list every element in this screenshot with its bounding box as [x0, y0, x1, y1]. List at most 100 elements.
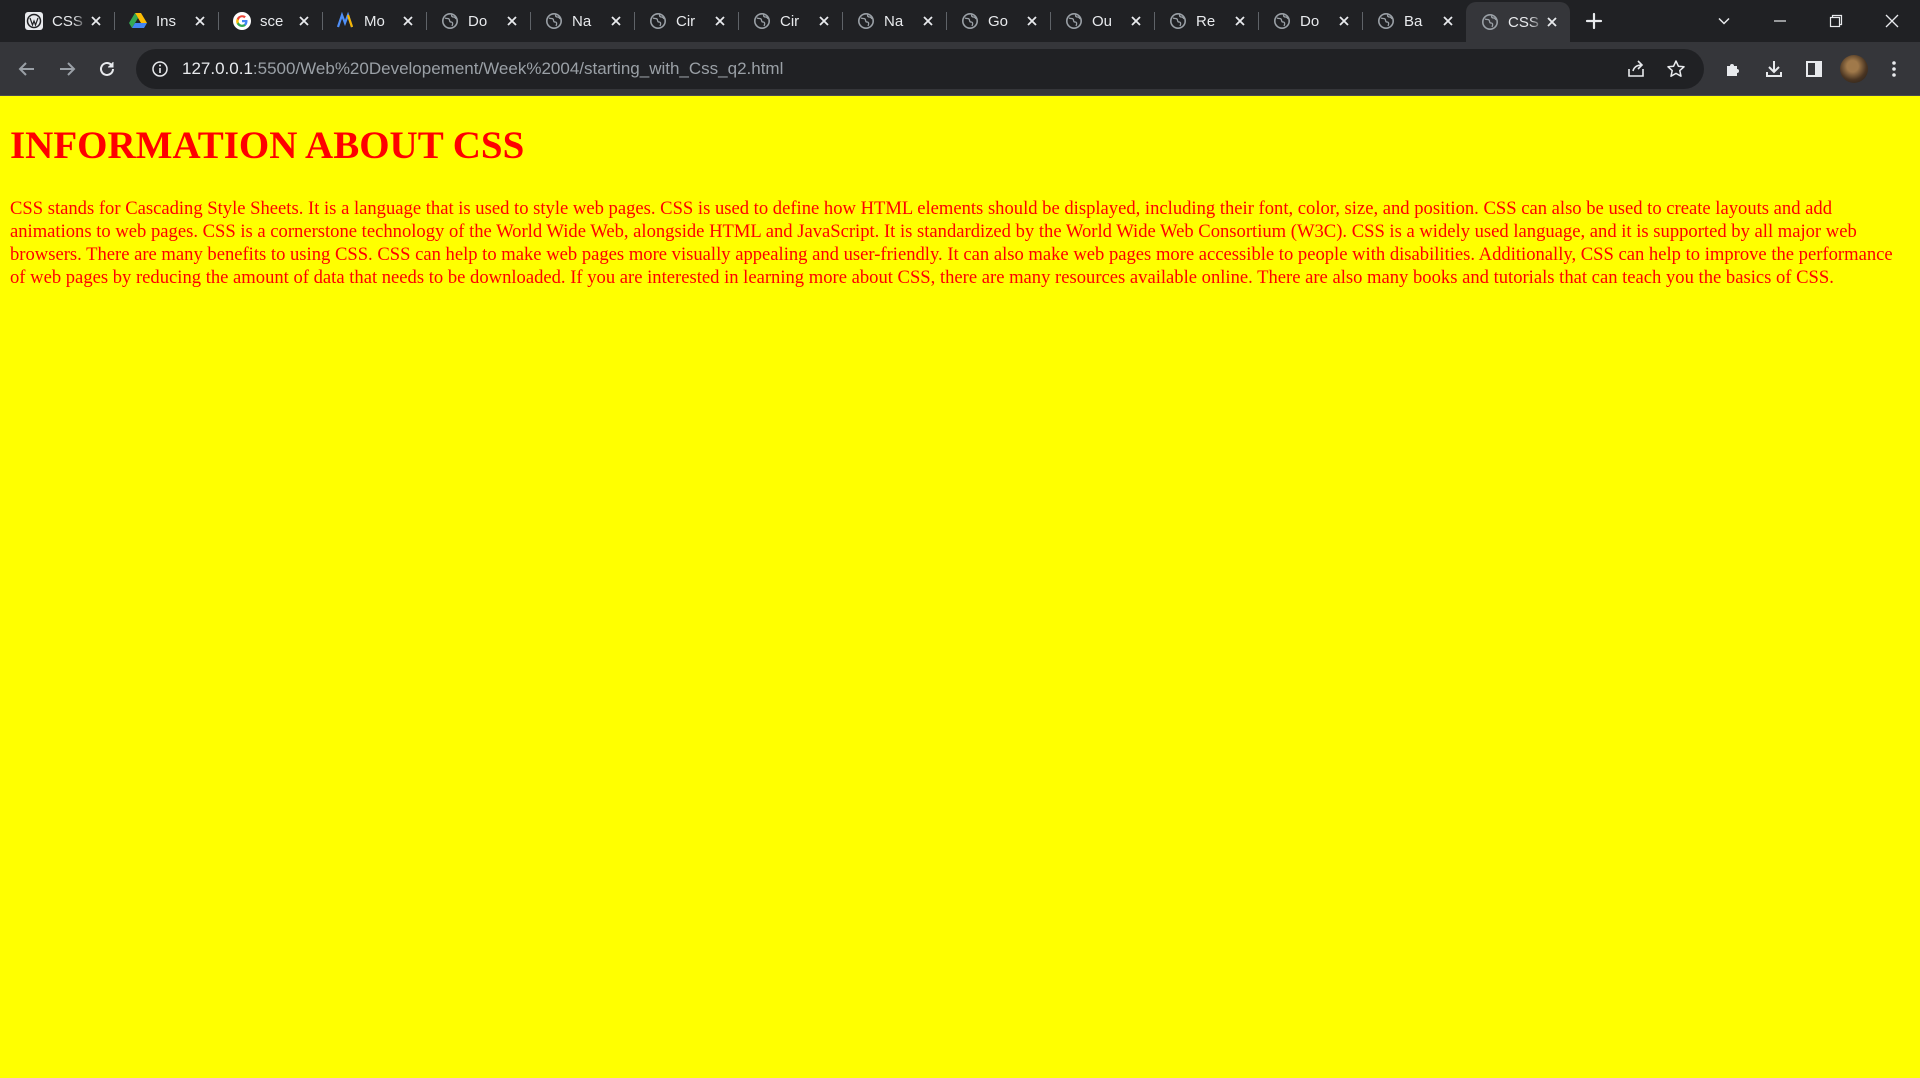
close-icon[interactable]	[1336, 13, 1352, 29]
tab-12[interactable]: Do	[1258, 0, 1362, 42]
globe-icon	[960, 11, 980, 31]
close-icon	[1885, 14, 1899, 28]
downloads-button[interactable]	[1754, 53, 1794, 85]
close-icon[interactable]	[400, 13, 416, 29]
side-panel-icon	[1806, 61, 1822, 77]
tab-14[interactable]: CSS	[1466, 2, 1570, 42]
share-icon	[1628, 60, 1644, 77]
tab-title: Ba	[1404, 12, 1423, 30]
tab-4[interactable]: Do	[426, 0, 530, 42]
page-content: INFORMATION ABOUT CSS CSS stands for Cas…	[0, 96, 1920, 1078]
site-info-icon[interactable]	[150, 59, 170, 79]
tab-8[interactable]: Na	[842, 0, 946, 42]
close-window-button[interactable]	[1864, 0, 1920, 42]
share-button[interactable]	[1616, 49, 1656, 89]
puzzle-icon	[1727, 64, 1739, 76]
google-drive-icon	[128, 11, 148, 31]
page-paragraph: CSS stands for Cascading Style Sheets. I…	[10, 198, 1893, 288]
globe-icon	[648, 11, 668, 31]
globe-icon	[1168, 11, 1188, 31]
tab-6[interactable]: Cir	[634, 0, 738, 42]
arrow-left-icon	[18, 62, 34, 76]
close-icon[interactable]	[712, 13, 728, 29]
tab-title: CSS	[52, 12, 83, 30]
tab-7[interactable]: Cir	[738, 0, 842, 42]
restore-icon	[1829, 14, 1843, 28]
tab-9[interactable]: Go	[946, 0, 1050, 42]
forward-button[interactable]	[51, 53, 83, 85]
close-icon[interactable]	[88, 13, 104, 29]
tabs-container: CSS Ins sce Mo Do Na Cir Cir Na Go Ou Re Do Ba CSS	[0, 0, 1570, 42]
tab-search-button[interactable]	[1696, 0, 1752, 42]
close-icon[interactable]	[296, 13, 312, 29]
close-icon[interactable]	[192, 13, 208, 29]
close-icon[interactable]	[920, 13, 936, 29]
more-vert-icon	[1892, 61, 1896, 77]
tab-title: sce	[260, 12, 284, 30]
globe-icon	[1064, 11, 1084, 31]
tab-title: Cir	[780, 12, 800, 30]
globe-icon	[1480, 12, 1500, 32]
reload-icon	[100, 61, 114, 76]
tab-title: Na	[884, 12, 904, 30]
page-heading: INFORMATION ABOUT CSS	[10, 124, 525, 167]
tab-title: Ins	[156, 12, 177, 30]
bookmark-button[interactable]	[1656, 49, 1696, 89]
tab-3[interactable]: Mo	[322, 0, 426, 42]
tab-title: Go	[988, 12, 1009, 30]
window-controls	[1696, 0, 1920, 42]
tab-title: Cir	[676, 12, 696, 30]
tab-11[interactable]: Re	[1154, 0, 1258, 42]
globe-icon	[440, 11, 460, 31]
url-host: 127.0.0.1	[182, 59, 253, 78]
side-panel-button[interactable]	[1794, 53, 1834, 85]
star-icon	[1667, 60, 1685, 77]
close-icon[interactable]	[1440, 13, 1456, 29]
close-icon[interactable]	[1024, 13, 1040, 29]
avatar	[1840, 55, 1868, 83]
menu-button[interactable]	[1874, 53, 1914, 85]
globe-icon	[544, 11, 564, 31]
plus-icon	[1585, 12, 1603, 30]
close-icon[interactable]	[504, 13, 520, 29]
new-tab-button[interactable]	[1574, 0, 1614, 42]
globe-icon	[752, 11, 772, 31]
tab-title: Mo	[364, 12, 385, 30]
address-bar[interactable]: 127.0.0.1:5500/Web%20Developement/Week%2…	[136, 49, 1704, 89]
url-path: :5500/Web%20Developement/Week%2004/start…	[252, 59, 784, 78]
url-text[interactable]: 127.0.0.1:5500/Web%20Developement/Week%2…	[182, 59, 783, 79]
tab-10[interactable]: Ou	[1050, 0, 1154, 42]
close-icon[interactable]	[608, 13, 624, 29]
tab-5[interactable]: Na	[530, 0, 634, 42]
google-icon	[232, 11, 252, 31]
tab-title: Do	[468, 12, 488, 30]
reload-button[interactable]	[91, 53, 123, 85]
close-icon[interactable]	[1128, 13, 1144, 29]
tab-title: Na	[572, 12, 592, 30]
profile-button[interactable]	[1834, 53, 1874, 85]
close-icon[interactable]	[1232, 13, 1248, 29]
download-icon	[1766, 61, 1782, 77]
extensions-button[interactable]	[1714, 53, 1754, 85]
minimize-button[interactable]	[1752, 0, 1808, 42]
close-icon[interactable]	[1544, 14, 1560, 30]
chevron-down-icon	[1718, 17, 1730, 25]
globe-icon	[856, 11, 876, 31]
tab-0[interactable]: CSS	[10, 0, 114, 42]
back-button[interactable]	[11, 53, 43, 85]
minimize-icon	[1774, 20, 1786, 22]
globe-icon	[1376, 11, 1396, 31]
tab-title: Do	[1300, 12, 1320, 30]
browser-toolbar: 127.0.0.1:5500/Web%20Developement/Week%2…	[0, 42, 1920, 96]
wordpress-icon	[24, 11, 44, 31]
tab-title: CSS	[1508, 13, 1539, 31]
restore-button[interactable]	[1808, 0, 1864, 42]
tab-title: Ou	[1092, 12, 1113, 30]
arrow-right-icon	[60, 62, 76, 76]
close-icon[interactable]	[816, 13, 832, 29]
tab-2[interactable]: sce	[218, 0, 322, 42]
tab-1[interactable]: Ins	[114, 0, 218, 42]
tab-title: Re	[1196, 12, 1216, 30]
tab-13[interactable]: Ba	[1362, 0, 1466, 42]
tab-strip: CSS Ins sce Mo Do Na Cir Cir Na Go Ou Re Do Ba CSS	[0, 0, 1920, 42]
